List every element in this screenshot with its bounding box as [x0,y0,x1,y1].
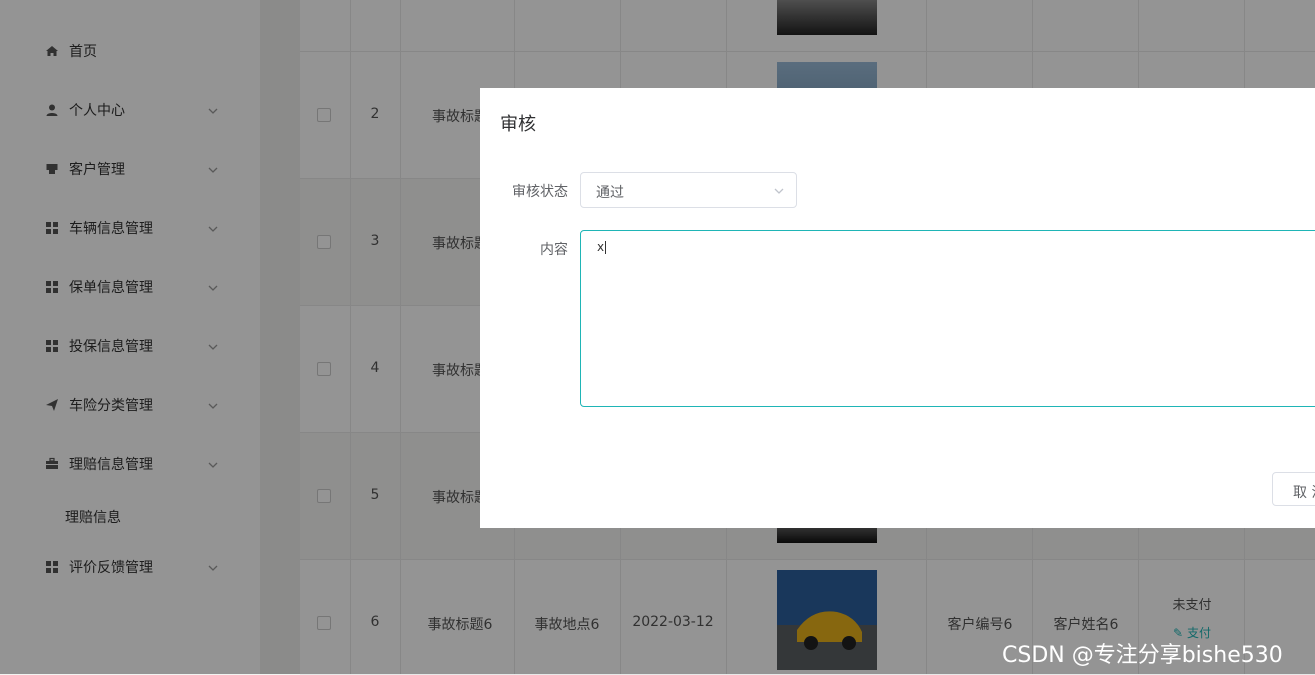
watermark: CSDN @专注分享bishe530 [1002,643,1283,668]
cancel-button-label: 取 消 [1293,485,1315,501]
content-label: 内容 [540,242,568,258]
content-textarea[interactable]: x [580,230,1315,407]
status-select[interactable]: 通过 [580,172,797,208]
chevron-down-icon [772,183,786,197]
status-select-value: 通过 [596,185,624,201]
review-dialog: 审核 审核状态 通过 内容 x 取 消 [480,88,1315,528]
text-caret [605,241,607,254]
cancel-button[interactable]: 取 消 [1272,472,1315,506]
status-label: 审核状态 [512,184,568,200]
content-textarea-value: x [597,240,607,254]
dialog-title: 审核 [500,114,536,135]
content-text: x [597,240,605,254]
